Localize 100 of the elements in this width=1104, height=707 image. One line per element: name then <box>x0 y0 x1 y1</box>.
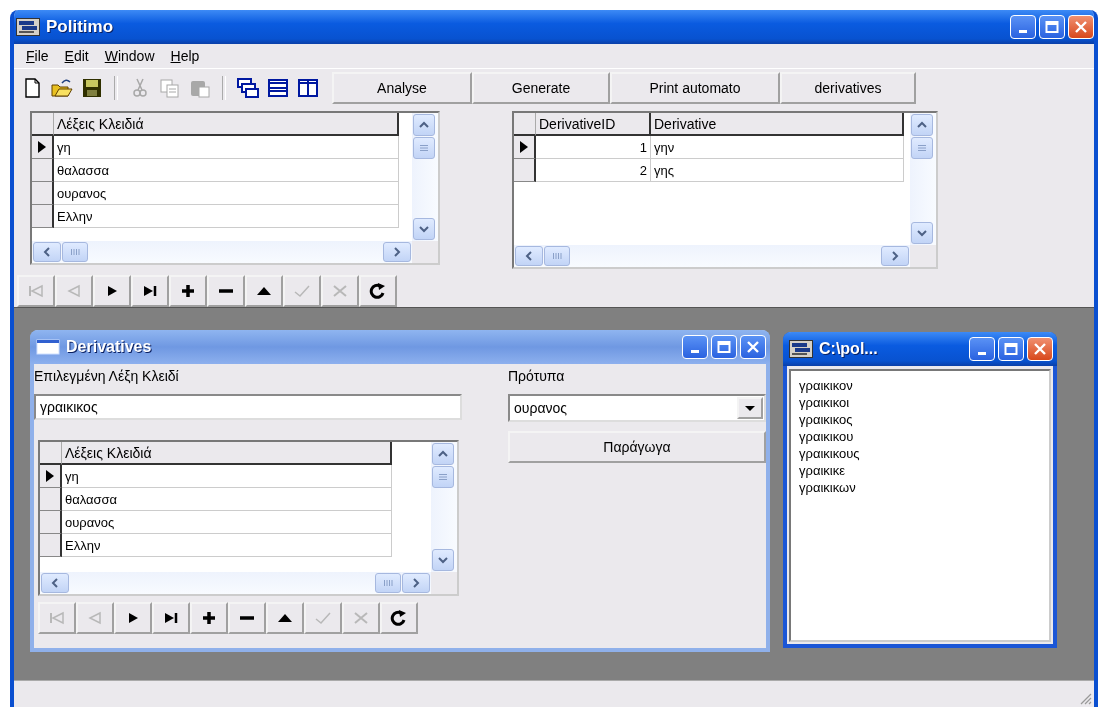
menu-item[interactable]: Window <box>96 48 163 64</box>
delete-record-button[interactable] <box>207 275 245 307</box>
grip-lines-icon <box>438 473 448 481</box>
table-cell: θαλασσα <box>54 159 399 182</box>
keyword-field[interactable]: γραικικος <box>34 394 462 420</box>
menu-item[interactable]: Edit <box>56 48 97 64</box>
next-record-button[interactable] <box>93 275 131 307</box>
edit-record-button[interactable] <box>245 275 283 307</box>
grip-lines-icon <box>70 248 80 256</box>
column-header[interactable]: DerivativeID <box>536 113 651 136</box>
scroll-up-button[interactable] <box>911 114 933 136</box>
refresh-button[interactable] <box>359 275 397 307</box>
tile-vertical-icon[interactable] <box>296 77 320 99</box>
row-indicator[interactable] <box>514 136 536 159</box>
scroll-up-button[interactable] <box>413 114 435 136</box>
minimize-button[interactable] <box>969 337 995 361</box>
horizontal-scrollbar[interactable] <box>514 245 910 267</box>
row-indicator[interactable] <box>32 136 54 159</box>
scroll-left-button[interactable] <box>41 573 69 593</box>
menu-item[interactable]: File <box>18 48 57 64</box>
output-line: γραικικε <box>799 462 846 479</box>
row-indicator[interactable] <box>40 488 62 511</box>
chevron-left-icon <box>525 250 533 262</box>
data-grid[interactable]: Λέξεις Κλειδιά γη θαλασσα ουρανος Ελλην <box>30 111 440 265</box>
tile-horizontal-icon[interactable] <box>266 77 290 99</box>
last-record-button[interactable] <box>131 275 169 307</box>
cascade-windows-icon[interactable] <box>236 77 260 99</box>
output-line: γραικικον <box>799 377 854 394</box>
close-button[interactable] <box>1068 15 1094 39</box>
column-header[interactable]: Derivative <box>651 113 904 136</box>
row-indicator[interactable] <box>514 159 536 182</box>
scrollbar-corner <box>431 572 457 594</box>
row-indicator[interactable] <box>40 511 62 534</box>
column-header[interactable]: Λέξεις Κλειδιά <box>54 113 399 136</box>
maximize-button[interactable] <box>711 335 737 359</box>
scroll-down-button[interactable] <box>432 549 454 571</box>
scroll-up-button[interactable] <box>432 443 454 465</box>
open-folder-icon[interactable] <box>50 77 74 99</box>
toolbar-button[interactable]: Generate <box>472 72 610 104</box>
maximize-button[interactable] <box>1039 15 1065 39</box>
scroll-right-button[interactable] <box>881 246 909 266</box>
table-cell: Ελλην <box>62 534 392 557</box>
scroll-thumb[interactable] <box>544 246 570 266</box>
insert-record-button[interactable] <box>190 602 228 634</box>
minimize-icon <box>1019 29 1027 33</box>
template-dropdown[interactable]: ουρανος <box>508 394 766 422</box>
data-grid[interactable]: Λέξεις Κλειδιά γη θαλασσα ουρανος Ελλην <box>38 440 459 596</box>
dropdown-button[interactable] <box>737 397 763 419</box>
output-line: γραικικων <box>799 479 857 496</box>
vertical-scrollbar[interactable] <box>431 442 457 572</box>
column-header[interactable]: Λέξεις Κλειδιά <box>62 442 392 465</box>
row-indicator[interactable] <box>32 205 54 228</box>
toolbar-button[interactable]: Analyse <box>332 72 472 104</box>
scroll-left-button[interactable] <box>515 246 543 266</box>
minimize-icon <box>691 349 699 353</box>
toolbar-button[interactable]: Print automato <box>610 72 780 104</box>
generate-button[interactable]: Παράγωγα <box>508 431 766 463</box>
minimize-button[interactable] <box>682 335 708 359</box>
edit-record-button[interactable] <box>266 602 304 634</box>
corner-cell <box>514 113 536 136</box>
insert-record-button[interactable] <box>169 275 207 307</box>
next-record-button[interactable] <box>114 602 152 634</box>
vertical-scrollbar[interactable] <box>412 113 438 241</box>
scroll-down-button[interactable] <box>911 222 933 244</box>
toolbar-button[interactable]: derivatives <box>780 72 916 104</box>
resize-grip-icon[interactable] <box>1078 691 1092 705</box>
row-indicator[interactable] <box>32 182 54 205</box>
delete-record-button[interactable] <box>228 602 266 634</box>
chevron-right-icon <box>891 250 899 262</box>
scroll-thumb[interactable] <box>375 573 401 593</box>
window-title: Politimo <box>46 17 114 37</box>
chevron-down-icon <box>418 225 430 233</box>
scroll-thumb[interactable] <box>911 137 933 159</box>
save-icon[interactable] <box>80 77 104 99</box>
row-pointer-icon <box>45 469 55 483</box>
table-cell: 2 <box>536 159 651 182</box>
horizontal-scrollbar[interactable] <box>32 241 412 263</box>
vertical-scrollbar[interactable] <box>910 113 936 245</box>
menu-item[interactable]: Help <box>162 48 208 64</box>
minimize-button[interactable] <box>1010 15 1036 39</box>
scroll-thumb[interactable] <box>62 242 88 262</box>
scroll-left-button[interactable] <box>33 242 61 262</box>
row-indicator[interactable] <box>40 465 62 488</box>
scroll-right-button[interactable] <box>402 573 430 593</box>
scroll-thumb[interactable] <box>413 137 435 159</box>
grip-lines-icon <box>419 144 429 152</box>
row-indicator[interactable] <box>32 159 54 182</box>
scroll-down-button[interactable] <box>413 218 435 240</box>
row-indicator[interactable] <box>40 534 62 557</box>
maximize-button[interactable] <box>998 337 1024 361</box>
horizontal-scrollbar[interactable] <box>40 572 431 594</box>
close-button[interactable] <box>1027 337 1053 361</box>
last-record-button[interactable] <box>152 602 190 634</box>
scroll-thumb[interactable] <box>432 466 454 488</box>
row-pointer-icon <box>519 140 529 154</box>
refresh-button[interactable] <box>380 602 418 634</box>
scroll-right-button[interactable] <box>383 242 411 262</box>
data-grid[interactable]: DerivativeID Derivative 1 γην 2 γης <box>512 111 938 269</box>
grip-lines-icon <box>917 144 927 152</box>
close-button[interactable] <box>740 335 766 359</box>
